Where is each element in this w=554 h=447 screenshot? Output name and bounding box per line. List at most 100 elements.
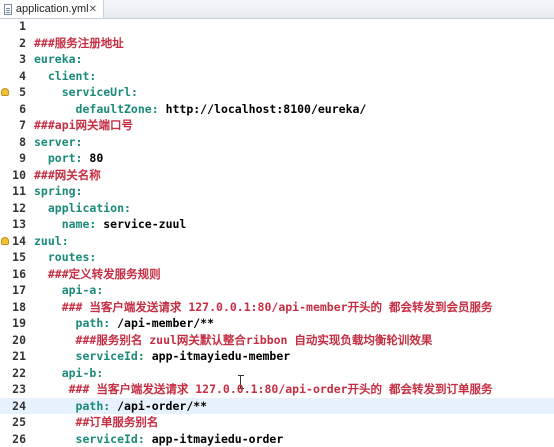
indent	[34, 267, 48, 281]
indent	[34, 151, 48, 165]
line-number: 16	[0, 266, 26, 283]
yaml-comment: ###定义转发服务规则	[48, 267, 161, 281]
code-line[interactable]: 26 serviceId: app-itmayiedu-order	[0, 431, 554, 447]
yaml-key: client:	[48, 69, 96, 83]
tab-title: application.yml	[16, 3, 89, 15]
close-icon[interactable]: ✕	[89, 4, 97, 15]
code-line[interactable]: 17 api-a:	[0, 282, 554, 299]
line-number: 5	[0, 84, 26, 101]
code-text: serviceId: app-itmayiedu-order	[34, 431, 283, 447]
code-line[interactable]: 9 port: 80	[0, 150, 554, 167]
code-text: serviceUrl:	[34, 84, 138, 101]
code-line[interactable]: 19 path: /api-member/**	[0, 315, 554, 332]
code-text: port: 80	[34, 150, 103, 167]
code-text: ###网关名称	[34, 167, 101, 184]
code-line[interactable]: 1	[0, 18, 554, 35]
line-number: 20	[0, 332, 26, 349]
code-line[interactable]: 13 name: service-zuul	[0, 216, 554, 233]
line-number: 26	[0, 431, 26, 447]
code-editor[interactable]: 12###服务注册地址3eureka:4 client:5 serviceUrl…	[0, 19, 554, 418]
yaml-value: 80	[82, 151, 103, 165]
code-text: ### 当客户端发送请求 127.0.0.1:80/api-order开头的 都…	[34, 381, 492, 398]
code-line[interactable]: 11spring:	[0, 183, 554, 200]
yaml-key: serviceUrl:	[62, 85, 138, 99]
code-text: ###服务注册地址	[34, 35, 124, 52]
code-text: eureka:	[34, 51, 82, 68]
code-line[interactable]: 21 serviceId: app-itmayiedu-member	[0, 348, 554, 365]
yaml-value: service-zuul	[96, 217, 186, 231]
yaml-key: port:	[48, 151, 83, 165]
indent	[34, 366, 62, 380]
code-line[interactable]: 3eureka:	[0, 51, 554, 68]
line-number: 14	[0, 233, 26, 250]
line-number: 24	[0, 398, 26, 415]
yaml-comment: ###api网关端口号	[34, 118, 133, 132]
tab-application-yml[interactable]: application.yml ✕	[0, 0, 104, 18]
code-line[interactable]: 10 ###网关名称	[0, 167, 554, 184]
yaml-key: api-a:	[62, 283, 104, 297]
code-text: defaultZone: http://localhost:8100/eurek…	[34, 101, 366, 118]
indent	[34, 349, 76, 363]
code-text: ###api网关端口号	[34, 117, 133, 134]
indent	[34, 201, 48, 215]
yaml-value: app-itmayiedu-order	[145, 432, 283, 446]
line-number: 18	[0, 299, 26, 316]
code-text: routes:	[34, 249, 96, 266]
yaml-key: application:	[48, 201, 131, 215]
code-line[interactable]: 24 path: /api-order/**	[0, 398, 554, 415]
code-line[interactable]: 18 ### 当客户端发送请求 127.0.0.1:80/api-member开…	[0, 299, 554, 316]
indent	[34, 102, 76, 116]
yaml-comment: ###网关名称	[34, 168, 101, 182]
code-text: ##订单服务别名	[34, 414, 158, 431]
line-number: 10	[0, 167, 26, 184]
yaml-key: serviceId:	[76, 349, 145, 363]
code-line[interactable]: 5 serviceUrl:	[0, 84, 554, 101]
code-line[interactable]: 16 ###定义转发服务规则	[0, 266, 554, 283]
yaml-key: path:	[76, 399, 111, 413]
code-line[interactable]: 20 ###服务别名 zuul网关默认整合ribbon 自动实现负载均衡轮训效果	[0, 332, 554, 349]
code-line[interactable]: 15 routes:	[0, 249, 554, 266]
yaml-value: /api-member/**	[110, 316, 214, 330]
code-line[interactable]: 23 ### 当客户端发送请求 127.0.0.1:80/api-order开头…	[0, 381, 554, 398]
code-text: zuul:	[34, 233, 69, 250]
line-number: 21	[0, 348, 26, 365]
code-line[interactable]: 2###服务注册地址	[0, 35, 554, 52]
yaml-file-icon	[4, 4, 12, 15]
code-text: path: /api-order/**	[34, 398, 207, 415]
line-number: 4	[0, 68, 26, 85]
line-number: 17	[0, 282, 26, 299]
line-number: 25	[0, 414, 26, 431]
code-text: ###定义转发服务规则	[34, 266, 161, 283]
code-line[interactable]: 8server:	[0, 134, 554, 151]
yaml-key: spring:	[34, 184, 82, 198]
indent	[34, 415, 76, 429]
line-number: 23	[0, 381, 26, 398]
code-line[interactable]: 22 api-b:	[0, 365, 554, 382]
indent	[34, 333, 76, 347]
code-text: path: /api-member/**	[34, 315, 214, 332]
code-line[interactable]: 12 application:	[0, 200, 554, 217]
code-line[interactable]: 4 client:	[0, 68, 554, 85]
yaml-value: /api-order/**	[110, 399, 207, 413]
yaml-comment: ### 当客户端发送请求 127.0.0.1:80/api-member开头的 …	[62, 300, 493, 314]
line-number: 22	[0, 365, 26, 382]
code-text: client:	[34, 68, 96, 85]
line-number: 12	[0, 200, 26, 217]
code-text: application:	[34, 200, 131, 217]
code-line[interactable]: 14 zuul:	[0, 233, 554, 250]
yaml-key: api-b:	[62, 366, 104, 380]
yaml-key: name:	[62, 217, 97, 231]
code-text: ###服务别名 zuul网关默认整合ribbon 自动实现负载均衡轮训效果	[34, 332, 432, 349]
yaml-comment: ###服务注册地址	[34, 36, 124, 50]
code-text: api-a:	[34, 282, 103, 299]
indent	[34, 250, 48, 264]
indent	[34, 432, 76, 446]
code-line[interactable]: 6 defaultZone: http://localhost:8100/eur…	[0, 101, 554, 118]
code-line[interactable]: 7###api网关端口号	[0, 117, 554, 134]
editor-tab-bar: application.yml ✕	[0, 0, 554, 19]
code-line[interactable]: 25 ##订单服务别名	[0, 414, 554, 431]
yaml-key: eureka:	[34, 52, 82, 66]
code-text: ### 当客户端发送请求 127.0.0.1:80/api-member开头的 …	[34, 299, 493, 316]
yaml-key: path:	[76, 316, 111, 330]
line-number: 13	[0, 216, 26, 233]
